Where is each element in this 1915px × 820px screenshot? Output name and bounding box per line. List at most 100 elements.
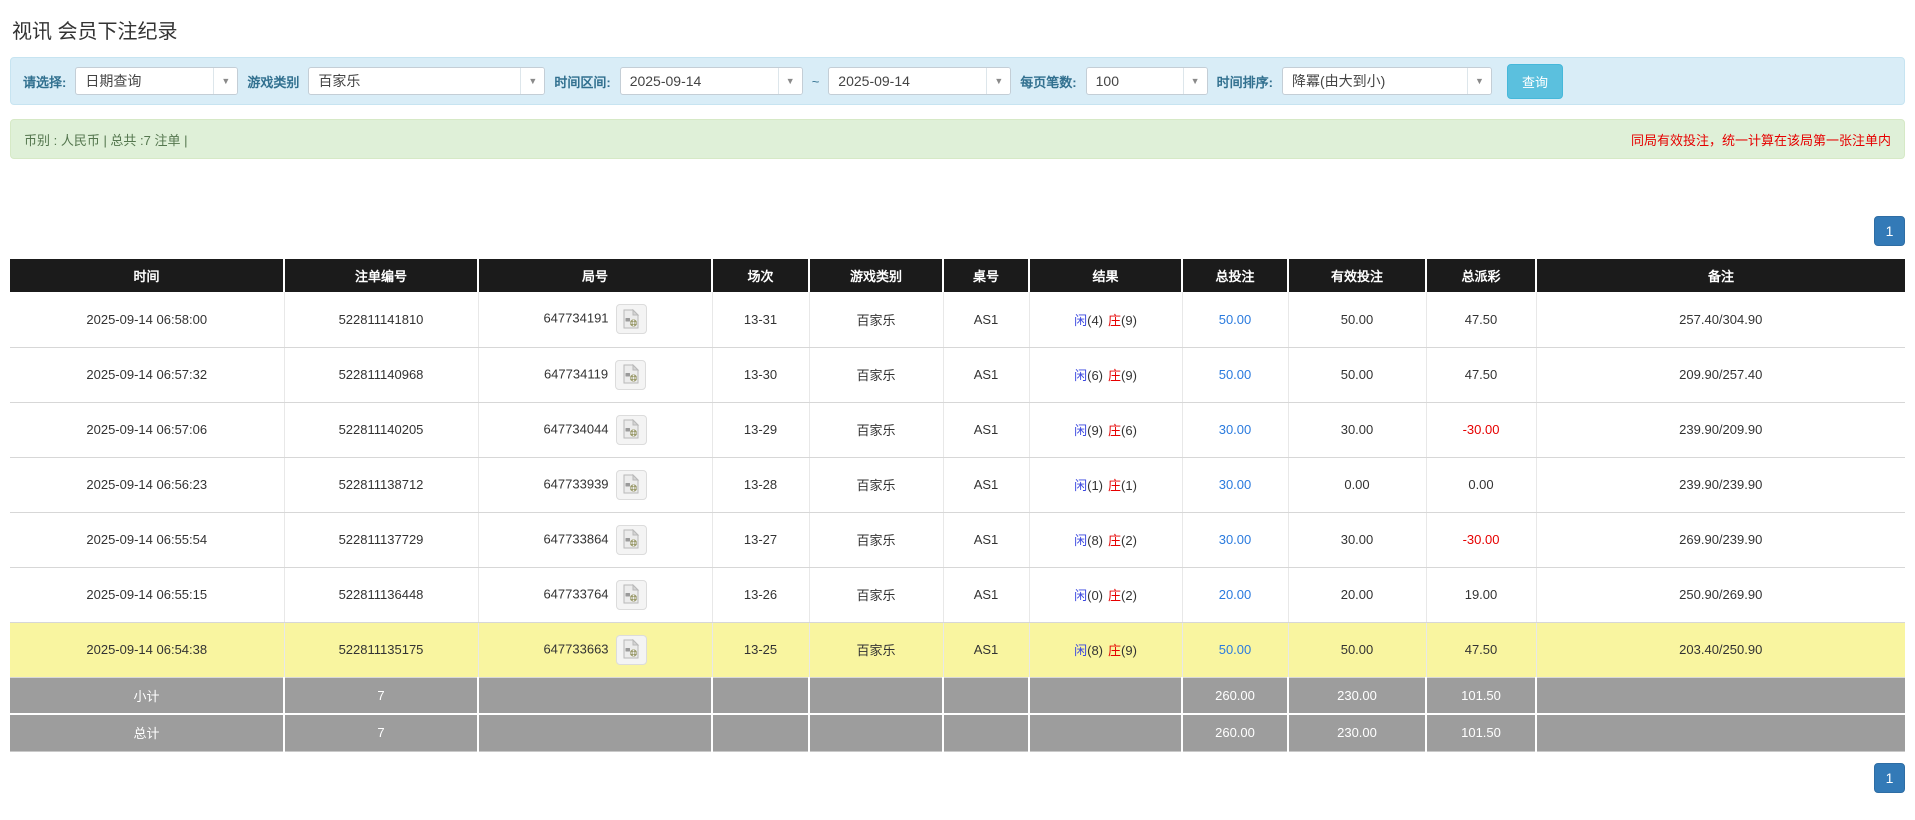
page-1-button[interactable]: 1 [1874, 762, 1905, 793]
video-record-button[interactable] [615, 579, 647, 610]
cell-remark: 239.90/239.90 [1536, 457, 1905, 513]
cell-table-no: AS1 [943, 567, 1030, 623]
round-id-value: 647733864 [543, 530, 609, 546]
total-bet-link[interactable]: 50.00 [1219, 312, 1252, 327]
banker-score: (9) [1121, 368, 1137, 383]
banker-score: (1) [1121, 478, 1137, 493]
player-score: (6) [1087, 368, 1103, 383]
total-bet-link[interactable]: 30.00 [1219, 422, 1252, 437]
cell-valid-bet: 20.00 [1288, 567, 1427, 623]
video-record-icon [622, 638, 640, 662]
banker-score: (2) [1121, 588, 1137, 603]
cell-remark: 203.40/250.90 [1536, 622, 1905, 678]
chevron-down-icon[interactable]: ▼ [1182, 68, 1207, 94]
page-size-select[interactable]: 100 ▼ [1085, 67, 1208, 95]
cell-result: 闲(8) 庄(9) [1029, 622, 1183, 678]
column-header: 备注 [1536, 259, 1905, 292]
column-header: 有效投注 [1288, 259, 1427, 292]
pagination-top: 1 [10, 216, 1905, 246]
chevron-down-icon[interactable]: ▼ [1466, 68, 1491, 94]
date-range-separator: ~ [811, 73, 820, 89]
player-result: 闲 [1074, 423, 1088, 438]
column-header: 结果 [1029, 259, 1183, 292]
player-result: 闲 [1074, 368, 1088, 383]
total-bet-link[interactable]: 30.00 [1219, 532, 1252, 547]
filter-bar: 请选择: 日期查询 ▼ 游戏类别 百家乐 ▼ 时间区间: 2025-09-14 … [10, 57, 1905, 105]
total-label: 总计 [10, 714, 285, 752]
cell-session: 13-25 [712, 622, 810, 678]
cell-result: 闲(8) 庄(2) [1029, 512, 1183, 568]
column-header: 时间 [10, 259, 285, 292]
cell-table-no: AS1 [943, 622, 1030, 678]
banker-score: (6) [1121, 423, 1137, 438]
cell-payout: 47.50 [1426, 347, 1537, 403]
video-record-button[interactable] [615, 359, 647, 390]
table-row[interactable]: 2025-09-14 06:57:06 522811140205 6477340… [10, 402, 1905, 458]
time-sort-select[interactable]: 降冪(由大到小) ▼ [1281, 67, 1492, 95]
table-row[interactable]: 2025-09-14 06:55:15 522811136448 6477337… [10, 567, 1905, 623]
video-record-button[interactable] [615, 634, 647, 665]
cell-result: 闲(0) 庄(2) [1029, 567, 1183, 623]
cell-result: 闲(6) 庄(9) [1029, 347, 1183, 403]
banker-score: (9) [1121, 312, 1137, 328]
page-1-button[interactable]: 1 [1874, 216, 1905, 246]
banker-result: 庄 [1108, 312, 1122, 328]
cell-session: 13-27 [712, 512, 810, 568]
table-row[interactable]: 2025-09-14 06:55:54 522811137729 6477338… [10, 512, 1905, 568]
date-from-input[interactable]: 2025-09-14 ▼ [619, 67, 803, 95]
column-header: 局号 [478, 259, 713, 292]
game-type-select[interactable]: 百家乐 ▼ [308, 67, 546, 95]
cell-time: 2025-09-14 06:57:32 [10, 347, 285, 403]
banker-result: 庄 [1108, 643, 1122, 658]
player-score: (8) [1087, 643, 1103, 658]
round-id-value: 647733663 [543, 640, 609, 656]
chevron-down-icon[interactable]: ▼ [986, 68, 1011, 94]
table-row[interactable]: 2025-09-14 06:54:38 522811135175 6477336… [10, 622, 1905, 678]
cell-payout: -30.00 [1426, 402, 1537, 458]
total-bet-link[interactable]: 50.00 [1219, 367, 1252, 382]
query-type-select[interactable]: 日期查询 ▼ [75, 67, 239, 95]
cell-payout: 19.00 [1426, 567, 1537, 623]
video-record-button[interactable] [615, 469, 647, 500]
currency-total-text: 币别 : 人民币 | 总共 :7 注单 | [24, 132, 188, 148]
query-type-value: 日期查询 [85, 73, 142, 89]
chevron-down-icon[interactable]: ▼ [520, 68, 545, 94]
chevron-down-icon[interactable]: ▼ [213, 68, 238, 94]
cell-round-id: 647733764 [478, 567, 713, 623]
video-record-button[interactable] [615, 304, 647, 335]
total-bet-link[interactable]: 50.00 [1219, 642, 1252, 657]
bet-records-table: 时间 注单编号 局号 场次 游戏类别 桌号 结果 总投注 有效投注 总派彩 备注 2025-09-1… [10, 259, 1905, 752]
cell-total-bet: 30.00 [1182, 512, 1289, 568]
table-summary: 小计 7 260.00 230.00 101.50 总计 7 260.00 23… [10, 677, 1905, 752]
cell-bet-id: 522811138712 [284, 457, 479, 513]
total-bet-link[interactable]: 30.00 [1219, 477, 1252, 492]
cell-table-no: AS1 [943, 292, 1030, 348]
cell-total-bet: 50.00 [1182, 347, 1289, 403]
table-row[interactable]: 2025-09-14 06:56:23 522811138712 6477339… [10, 457, 1905, 513]
query-button[interactable]: 查询 [1506, 63, 1563, 99]
table-header-row: 时间 注单编号 局号 场次 游戏类别 桌号 结果 总投注 有效投注 总派彩 备注 [10, 259, 1905, 292]
cell-bet-id: 522811140205 [284, 402, 479, 458]
cell-time: 2025-09-14 06:54:38 [10, 622, 285, 678]
cell-valid-bet: 50.00 [1288, 622, 1427, 678]
summary-info-bar: 币别 : 人民币 | 总共 :7 注单 | 同局有效投注，统一计算在该局第一张注… [10, 119, 1905, 159]
banker-result: 庄 [1108, 478, 1122, 493]
table-row[interactable]: 2025-09-14 06:58:00 522811141810 6477341… [10, 292, 1905, 348]
cell-total-bet: 30.00 [1182, 402, 1289, 458]
cell-remark: 250.90/269.90 [1536, 567, 1905, 623]
total-bet-link[interactable]: 20.00 [1219, 587, 1252, 602]
video-record-button[interactable] [615, 524, 647, 555]
pagination-bottom: 1 [10, 762, 1905, 793]
chevron-down-icon[interactable]: ▼ [777, 68, 802, 94]
video-record-icon [622, 363, 640, 387]
date-to-input[interactable]: 2025-09-14 ▼ [828, 67, 1012, 95]
table-row[interactable]: 2025-09-14 06:57:32 522811140968 6477341… [10, 347, 1905, 403]
total-count: 7 [284, 714, 479, 752]
cell-payout: -30.00 [1426, 512, 1537, 568]
column-header: 总派彩 [1426, 259, 1537, 292]
date-to-value: 2025-09-14 [838, 73, 910, 89]
video-record-button[interactable] [615, 414, 647, 445]
cell-total-bet: 30.00 [1182, 457, 1289, 513]
subtotal-count: 7 [284, 677, 479, 715]
cell-game-type: 百家乐 [809, 292, 944, 348]
